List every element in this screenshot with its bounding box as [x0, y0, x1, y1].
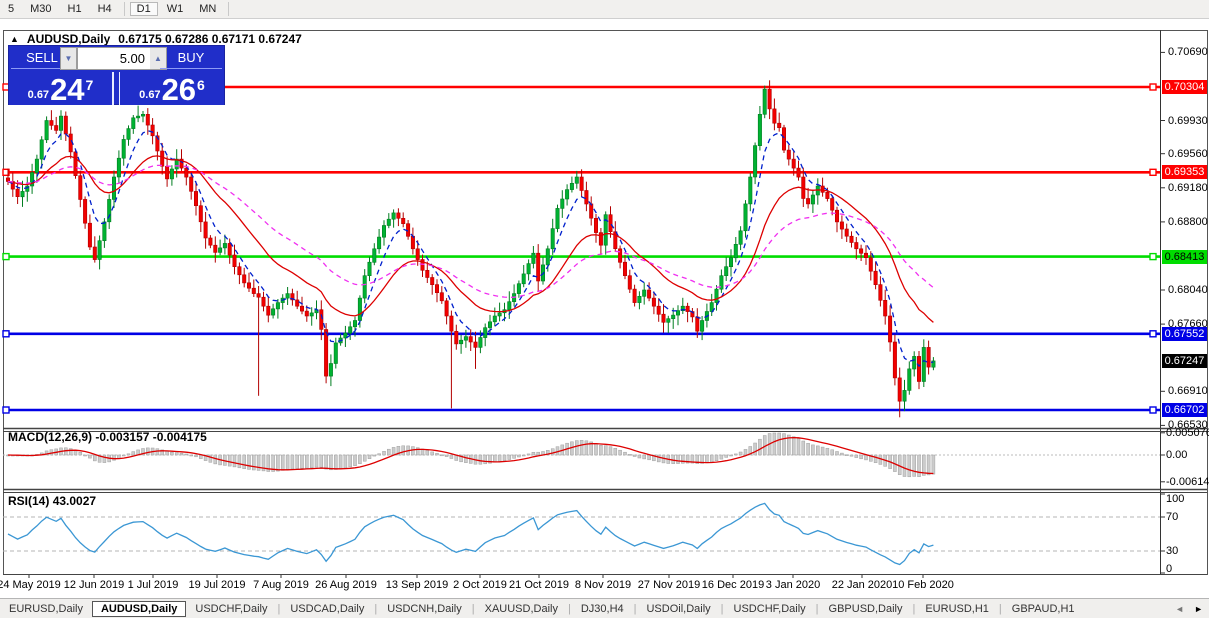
sell-price-tile[interactable]: 0.67 24 7 [9, 72, 114, 105]
current-price-badge: 0.67247 [1162, 354, 1207, 368]
buy-price-big: 26 [162, 75, 196, 105]
tab-gbpaud-h1[interactable]: GBPAUD,H1 [1003, 602, 1084, 616]
buy-button[interactable]: BUY [160, 48, 222, 69]
price-tick: 0.69560 [1168, 148, 1209, 160]
date-tick-label: 12 Jun 2019 [64, 579, 125, 591]
macd-axis-label: -0.006148 [1166, 476, 1209, 488]
sell-price-pip: 7 [86, 77, 94, 93]
date-tick-label: 3 Jan 2020 [766, 579, 820, 591]
level-price-badge: 0.68413 [1162, 250, 1207, 264]
tab-gbpusd-daily[interactable]: GBPUSD,Daily [820, 602, 912, 616]
level-price-badge: 0.66702 [1162, 403, 1207, 417]
date-tick-label: 10 Feb 2020 [892, 579, 954, 591]
tab-eurusd-daily[interactable]: EURUSD,Daily [0, 602, 92, 616]
macd-axis-label: 0.005076 [1166, 427, 1209, 439]
buy-price-pip: 6 [197, 77, 205, 93]
tab-audusd-daily[interactable]: AUDUSD,Daily [92, 601, 186, 617]
date-tick-label: 24 May 2019 [0, 579, 61, 591]
sell-price-big: 24 [50, 75, 84, 105]
tab-usdoil-daily[interactable]: USDOil,Daily [637, 602, 719, 616]
rsi-label: RSI(14) 43.0027 [8, 494, 96, 508]
symbol-tab-bar: EURUSD,DailyAUDUSD,DailyUSDCHF,Daily|USD… [0, 598, 1209, 618]
level-price-badge: 0.67552 [1162, 327, 1207, 341]
rsi-axis-label: 100 [1166, 493, 1184, 505]
tab-usdcad-daily[interactable]: USDCAD,Daily [281, 602, 373, 616]
date-tick-label: 22 Jan 2020 [832, 579, 893, 591]
price-tick: 0.69930 [1168, 115, 1209, 127]
volume-decrease-button[interactable]: ▼ [60, 47, 77, 70]
price-tick: 0.68040 [1168, 284, 1209, 296]
date-tick-label: 1 Jul 2019 [128, 579, 179, 591]
buy-price-tile[interactable]: 0.67 26 6 [119, 72, 224, 105]
level-price-badge: 0.70304 [1162, 80, 1207, 94]
date-tick-label: 8 Nov 2019 [575, 579, 631, 591]
rsi-axis-label: 0 [1166, 563, 1172, 575]
symbol-label: AUDUSD,Daily [27, 32, 110, 46]
date-tick-label: 19 Jul 2019 [189, 579, 246, 591]
date-tick-label: 21 Oct 2019 [509, 579, 569, 591]
level-price-badge: 0.69353 [1162, 165, 1207, 179]
rsi-axis-label: 70 [1166, 511, 1178, 523]
date-tick-label: 2 Oct 2019 [453, 579, 507, 591]
ohlc-values: 0.67175 0.67286 0.67171 0.67247 [118, 32, 302, 46]
price-tick: 0.69180 [1168, 182, 1209, 194]
buy-price-prefix: 0.67 [139, 89, 160, 101]
date-tick-label: 13 Sep 2019 [386, 579, 448, 591]
tab-xauusd-daily[interactable]: XAUUSD,Daily [476, 602, 567, 616]
chart-title: ▲ AUDUSD,Daily 0.67175 0.67286 0.67171 0… [10, 32, 302, 46]
volume-input[interactable]: 5.00 [77, 47, 150, 70]
macd-label: MACD(12,26,9) -0.003157 -0.004175 [8, 430, 207, 444]
tab-dj30-h4[interactable]: DJ30,H4 [572, 602, 633, 616]
tab-eurusd-h1[interactable]: EURUSD,H1 [916, 602, 998, 616]
tab-usdcnh-daily[interactable]: USDCNH,Daily [378, 602, 471, 616]
tab-scroll-right-icon[interactable]: ► [1194, 604, 1203, 614]
tab-usdchf-daily[interactable]: USDCHF,Daily [186, 602, 276, 616]
date-tick-label: 27 Nov 2019 [638, 579, 700, 591]
tab-scroll-left-icon[interactable]: ◄ [1175, 604, 1184, 614]
rsi-axis-label: 30 [1166, 545, 1178, 557]
trading-terminal: 5M30H1H4D1W1MN ▲ AUDUSD,Daily 0.67175 0.… [0, 0, 1209, 618]
date-tick-label: 7 Aug 2019 [253, 579, 309, 591]
macd-axis-label: 0.00 [1166, 449, 1187, 461]
price-tick: 0.70690 [1168, 46, 1209, 58]
date-tick-label: 16 Dec 2019 [702, 579, 764, 591]
price-tick: 0.68800 [1168, 216, 1209, 228]
price-tick: 0.66910 [1168, 385, 1209, 397]
sell-price-prefix: 0.67 [28, 89, 49, 101]
tab-usdchf-daily[interactable]: USDCHF,Daily [725, 602, 815, 616]
collapse-arrow-icon[interactable]: ▲ [10, 34, 19, 44]
date-tick-label: 26 Aug 2019 [315, 579, 377, 591]
one-click-trade-panel: SELL ▼ 5.00 ▲ BUY 0.67 24 7 0.67 26 6 [8, 45, 225, 105]
